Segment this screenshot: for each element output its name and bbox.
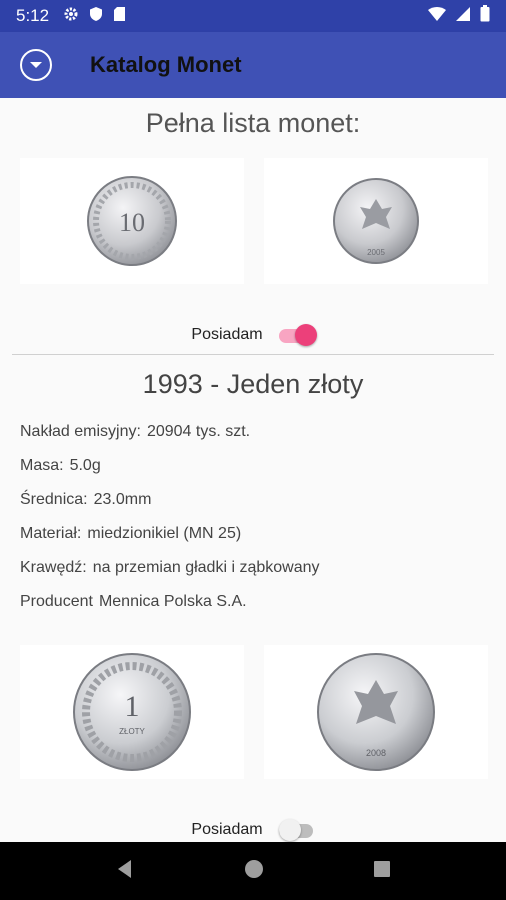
spec-producer: Producent Mennica Polska S.A. xyxy=(20,593,247,610)
dropdown-menu-button[interactable] xyxy=(20,49,52,81)
spec-mass: Masa: 5.0g xyxy=(20,457,101,474)
coin-1-zloty-reverse: 2008 xyxy=(317,653,435,771)
coin-obverse-image[interactable]: 1 ZŁOTY xyxy=(20,645,244,779)
divider xyxy=(12,354,494,355)
svg-text:2005: 2005 xyxy=(367,248,385,257)
app-bar: Katalog Monet xyxy=(0,32,506,98)
spec-diameter: Średnica: 23.0mm xyxy=(20,491,152,508)
owned-row: Posiadam xyxy=(0,324,506,346)
chevron-down-icon xyxy=(30,62,42,68)
svg-text:10: 10 xyxy=(119,208,145,237)
recents-button[interactable] xyxy=(373,860,391,883)
status-time: 5:12 xyxy=(16,6,50,25)
owned-toggle[interactable] xyxy=(278,324,317,346)
settings-icon xyxy=(63,6,79,27)
coin-10-groszy-obverse: 10 xyxy=(87,176,177,266)
signal-icon xyxy=(456,6,470,26)
coin-10-groszy-reverse: 2005 xyxy=(333,178,419,264)
coin-reverse-image[interactable]: 2005 xyxy=(264,158,488,284)
spec-emission: Nakład emisyjny: 20904 tys. szt. xyxy=(20,423,251,440)
coin-heading: 1993 - Jeden złoty xyxy=(142,369,364,399)
battery-icon xyxy=(480,5,490,27)
spec-edge: Krawędź: na przemian gładki i ząbkowany xyxy=(20,559,320,576)
owned-row: Posiadam xyxy=(0,819,506,841)
sd-card-icon xyxy=(113,6,126,27)
coin-images-row: 10 2005 xyxy=(0,158,506,284)
coin-obverse-image[interactable]: 10 xyxy=(20,158,244,284)
list-title: Pełna lista monet: xyxy=(145,108,361,138)
back-icon xyxy=(117,859,131,878)
coin-list[interactable]: Pełna lista monet: 10 2005 Posiadam 1993… xyxy=(0,98,506,842)
owned-label: Posiadam xyxy=(191,821,263,838)
home-button[interactable] xyxy=(244,859,264,884)
home-icon xyxy=(244,859,263,878)
coin-specs: Nakład emisyjny: 20904 tys. szt. Masa: 5.0… xyxy=(0,415,506,619)
back-button[interactable] xyxy=(115,859,135,884)
spec-material: Materiał: miedzionikiel (MN 25) xyxy=(20,525,242,542)
owned-toggle[interactable] xyxy=(278,819,315,841)
coin-images-row: 1 ZŁOTY 2008 xyxy=(0,645,506,779)
wifi-icon xyxy=(428,6,446,26)
svg-text:1: 1 xyxy=(125,690,140,723)
shield-icon xyxy=(89,6,103,27)
owned-label: Posiadam xyxy=(191,326,263,343)
app-title: Katalog Monet xyxy=(90,52,242,77)
svg-text:2008: 2008 xyxy=(366,748,386,758)
system-nav-bar xyxy=(0,842,506,900)
status-bar: 5:12 xyxy=(0,0,506,32)
coin-1-zloty-obverse: 1 ZŁOTY xyxy=(73,653,191,771)
svg-text:ZŁOTY: ZŁOTY xyxy=(119,727,145,736)
recents-icon xyxy=(374,860,391,877)
coin-reverse-image[interactable]: 2008 xyxy=(264,645,488,779)
